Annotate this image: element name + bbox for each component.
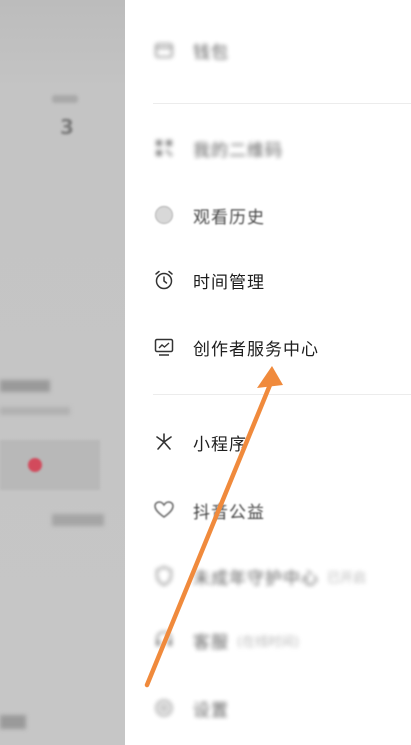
menu-label: 客服: [193, 632, 229, 653]
bg-stat-value: 3: [60, 115, 74, 139]
background-page: 3: [0, 0, 125, 745]
menu-divider: [153, 394, 411, 395]
menu-label: 创作者服务中心: [193, 339, 319, 360]
mini-program-icon: [153, 431, 175, 453]
menu-item-customer-service[interactable]: 客服 (在线时间): [153, 620, 403, 660]
bg-text-line: [0, 380, 50, 392]
alarm-clock-icon: [153, 269, 175, 291]
menu-label: 设置: [193, 700, 229, 721]
menu-item-creator-center[interactable]: 创作者服务中心: [153, 327, 403, 367]
side-drawer: 钱包 我的二维码 观看历史 时间管理 创作者服务中心 小程序 抖音公益 未成年守…: [125, 0, 411, 745]
menu-label: 小程序: [193, 434, 247, 455]
history-icon: [153, 204, 175, 226]
menu-item-charity[interactable]: 抖音公益: [153, 490, 403, 530]
menu-label: 未成年守护中心: [193, 568, 319, 589]
bg-stat-label: [52, 95, 78, 103]
charity-heart-icon: [153, 499, 175, 521]
menu-item-watch-history[interactable]: 观看历史: [153, 195, 403, 235]
qrcode-icon: [153, 137, 175, 159]
bg-text-line: [0, 407, 70, 415]
wallet-icon: [153, 39, 175, 61]
settings-icon: [153, 697, 175, 719]
bg-chip: [52, 514, 104, 526]
menu-item-wallet[interactable]: 钱包: [153, 30, 403, 70]
customer-service-icon: [153, 629, 175, 651]
menu-label: 时间管理: [193, 272, 265, 293]
bg-footer-text: [0, 715, 26, 729]
youth-shield-icon: [153, 565, 175, 587]
menu-item-mini-program[interactable]: 小程序: [153, 422, 403, 462]
menu-item-qrcode[interactable]: 我的二维码: [153, 128, 403, 168]
menu-item-settings[interactable]: 设置: [153, 688, 403, 728]
service-hours-text: (在线时间): [237, 634, 300, 650]
bg-notification-dot: [28, 458, 42, 472]
menu-item-youth-protection[interactable]: 未成年守护中心 已开启: [153, 556, 403, 596]
menu-label: 钱包: [193, 42, 229, 63]
menu-item-time-management[interactable]: 时间管理: [153, 260, 403, 300]
menu-divider: [153, 103, 411, 104]
menu-label: 抖音公益: [193, 502, 265, 523]
creator-center-icon: [153, 336, 175, 358]
menu-label: 我的二维码: [193, 140, 283, 161]
status-badge: 已开启: [327, 570, 367, 586]
menu-label: 观看历史: [193, 207, 265, 228]
bg-card: [0, 440, 100, 490]
